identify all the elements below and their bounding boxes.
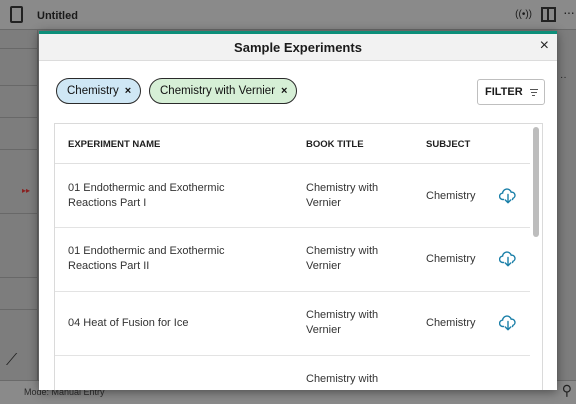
graph-icon[interactable]: ⟋ — [6, 352, 17, 370]
table-scrollbar[interactable] — [533, 127, 539, 237]
filter-chip-chemistry-with-vernier[interactable]: Chemistry with Vernier × — [149, 78, 298, 104]
divider — [0, 117, 38, 118]
table-row[interactable]: 01 Endothermic and Exothermic Reactions … — [55, 164, 530, 228]
book-title-line: Chemistry with — [306, 245, 379, 257]
book-title: Chemistry with Vernier — [306, 244, 406, 274]
column-header-experiment-name[interactable]: EXPERIMENT NAME — [68, 139, 160, 150]
book-title: Chemistry with Vernier — [306, 308, 406, 338]
more-icon[interactable]: ·· — [560, 72, 567, 83]
book-title: Chemistry with Vernier — [306, 181, 406, 211]
download-icon[interactable] — [499, 314, 517, 332]
filter-button[interactable]: FILTER — [477, 79, 545, 105]
sample-experiments-dialog: Sample Experiments × Chemistry × Chemistr… — [39, 31, 557, 390]
download-icon[interactable] — [499, 250, 517, 268]
download-icon[interactable] — [499, 187, 517, 205]
book-title-line: Chemistry with — [306, 373, 379, 385]
book-title-line: Vernier — [306, 324, 341, 336]
experiment-name: 04 Heat of Fusion for Ice — [68, 316, 268, 331]
table-row[interactable]: 01 Endothermic and Exothermic Reactions … — [55, 228, 530, 292]
more-icon[interactable]: ··· — [563, 4, 575, 20]
book-title-line: Chemistry with — [306, 182, 379, 194]
divider — [0, 85, 38, 86]
divider — [0, 213, 38, 214]
document-icon — [10, 6, 23, 23]
divider — [0, 149, 38, 150]
filter-label: FILTER — [485, 86, 523, 98]
filter-icon — [529, 87, 538, 98]
divider — [0, 48, 38, 49]
divider — [0, 309, 38, 310]
wireless-icon: ((•)) — [515, 9, 532, 20]
book-title: Chemistry with — [306, 372, 406, 387]
experiments-table: EXPERIMENT NAME BOOK TITLE SUBJECT 01 En… — [54, 123, 543, 390]
magnify-icon[interactable]: ⚲ — [562, 382, 572, 399]
app-left-column — [0, 30, 38, 380]
book-title-line: Vernier — [306, 260, 341, 272]
row-marker-icon: ▸▸ — [22, 186, 31, 195]
experiment-name: 01 Endothermic and Exothermic Reactions … — [68, 181, 268, 211]
experiment-name-line: 04 Heat of Fusion for Ice — [68, 317, 189, 329]
app-title: Untitled — [37, 10, 78, 22]
dialog-title: Sample Experiments — [234, 40, 362, 55]
chip-label: Chemistry — [67, 85, 119, 97]
experiment-name-line: Reactions Part I — [68, 197, 147, 209]
experiment-name-line: Reactions Part II — [68, 260, 150, 272]
chip-label: Chemistry with Vernier — [160, 85, 276, 97]
experiment-name-line: 01 Endothermic and Exothermic — [68, 182, 225, 194]
panel-icon[interactable] — [541, 7, 556, 22]
subject: Chemistry — [426, 253, 476, 265]
table-header: EXPERIMENT NAME BOOK TITLE SUBJECT — [55, 124, 530, 164]
close-button[interactable]: × — [540, 37, 549, 55]
table-row[interactable]: Chemistry with — [55, 356, 530, 390]
divider — [0, 277, 38, 278]
subject: Chemistry — [426, 317, 476, 329]
app-titlebar: Untitled ((•)) ··· — [0, 0, 576, 30]
dialog-header: Sample Experiments × — [39, 34, 557, 61]
column-header-book-title[interactable]: BOOK TITLE — [306, 139, 364, 150]
subject: Chemistry — [426, 190, 476, 202]
experiment-name-line: 01 Endothermic and Exothermic — [68, 245, 225, 257]
table-row[interactable]: 04 Heat of Fusion for Ice Chemistry with… — [55, 292, 530, 356]
book-title-line: Vernier — [306, 197, 341, 209]
chip-remove-icon[interactable]: × — [281, 85, 287, 97]
filter-chip-chemistry[interactable]: Chemistry × — [56, 78, 142, 104]
column-header-subject[interactable]: SUBJECT — [426, 139, 470, 150]
experiment-name: 01 Endothermic and Exothermic Reactions … — [68, 244, 268, 274]
book-title-line: Chemistry with — [306, 309, 379, 321]
chip-remove-icon[interactable]: × — [125, 85, 131, 97]
